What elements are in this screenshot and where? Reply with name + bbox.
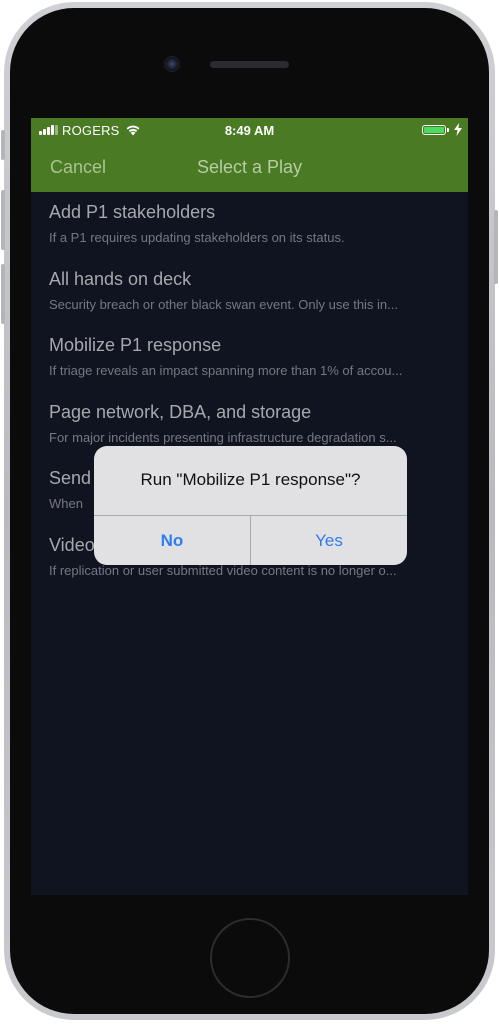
play-description: Security breach or other black swan even…	[49, 296, 399, 312]
volume-up-button	[1, 190, 5, 250]
list-item[interactable]: Add P1 stakeholders If a P1 requires upd…	[31, 192, 468, 259]
list-item[interactable]: Mobilize P1 response If triage reveals a…	[31, 325, 468, 392]
play-description: If a P1 requires updating stakeholders o…	[49, 230, 345, 245]
battery-nub	[447, 128, 449, 132]
status-time: 8:49 AM	[224, 123, 275, 138]
earpiece-speaker	[210, 61, 289, 68]
mute-switch	[1, 130, 5, 160]
navigation-bar: Cancel Select a Play	[31, 142, 468, 192]
play-title: Add P1 stakeholders	[49, 202, 216, 222]
front-camera	[164, 56, 180, 72]
home-button[interactable]	[210, 918, 290, 998]
no-button[interactable]: No	[94, 516, 250, 565]
alert-title: Run "Mobilize P1 response"?	[140, 470, 361, 489]
status-bar: ROGERS 8:49 AM	[31, 118, 468, 142]
play-title: Page network, DBA, and storage	[49, 401, 312, 422]
play-title: All hands on deck	[49, 268, 192, 289]
play-title: Video	[49, 534, 95, 555]
confirm-alert-dialog: Run "Mobilize P1 response"? No Yes	[94, 446, 407, 565]
top-bar: ROGERS 8:49 AM Cancel Select a Play	[31, 118, 468, 192]
battery-icon	[422, 125, 446, 135]
play-description: For major incidents presenting infrastru…	[49, 429, 397, 445]
yes-button[interactable]: Yes	[251, 516, 407, 565]
power-button	[494, 210, 498, 284]
volume-down-button	[1, 264, 5, 324]
charging-bolt-icon	[454, 123, 462, 136]
play-title: Send	[49, 468, 92, 488]
list-item[interactable]: All hands on deck Security breach or oth…	[31, 259, 468, 326]
app-screen: ROGERS 8:49 AM Cancel Select a Play Add …	[31, 118, 468, 895]
play-description: If triage reveals an impact spanning mor…	[49, 363, 403, 378]
play-title: Mobilize P1 response	[49, 335, 222, 355]
page-title: Select a Play	[196, 157, 303, 177]
